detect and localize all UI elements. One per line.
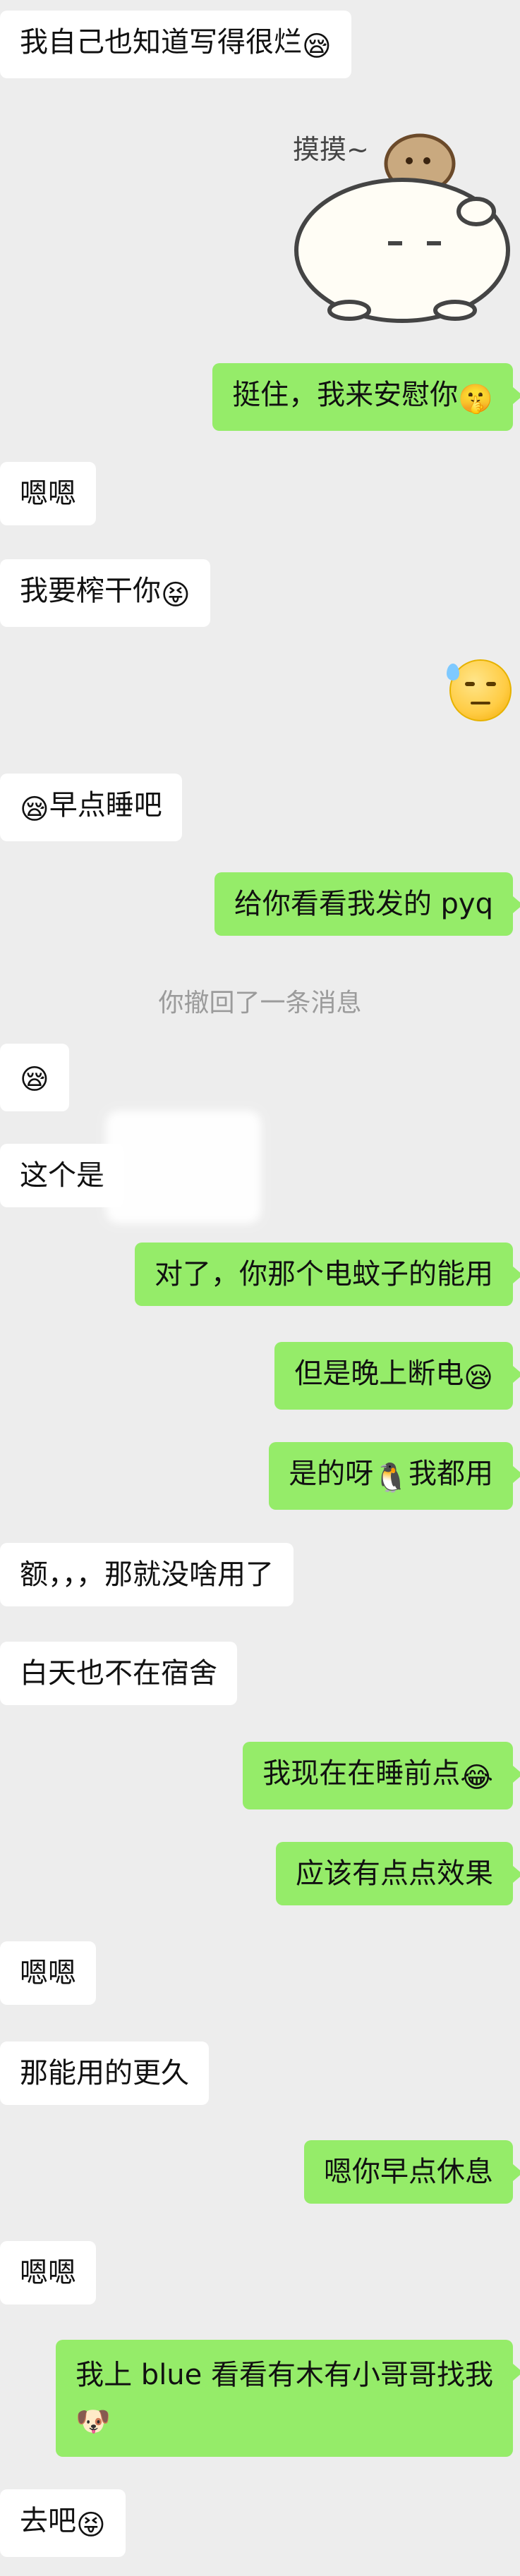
emoji-eye bbox=[486, 682, 496, 686]
emoji-eye bbox=[465, 682, 475, 686]
sweat-emoji-icon[interactable] bbox=[447, 659, 512, 721]
sleepy-emoji-icon: 😪 bbox=[20, 793, 49, 826]
message-text: 挺住，我来安慰你 bbox=[232, 379, 459, 411]
sleepy-emoji-icon: 😪 bbox=[464, 1362, 493, 1394]
message-bubble-left[interactable]: 😪 bbox=[0, 1044, 69, 1111]
message-bubble-right[interactable]: 对了，你那个电蚊子的能用 bbox=[135, 1243, 520, 1306]
message-text: 白天也不在宿舍 bbox=[20, 1657, 217, 1690]
sleepy-emoji-icon: 😪 bbox=[20, 1063, 49, 1096]
message-bubble-left[interactable]: 额，，，那就没啥用了 bbox=[0, 1543, 294, 1606]
message-text: 给你看看我发的 pyq bbox=[234, 888, 493, 920]
message-bubble-right[interactable]: 嗯你早点休息 bbox=[304, 2140, 520, 2204]
message-text: 早点睡吧 bbox=[49, 789, 162, 822]
message-text: 应该有点点效果 bbox=[296, 1857, 493, 1890]
message-text: 我自己也知道写得很烂 bbox=[20, 26, 302, 59]
message-text: 嗯嗯 bbox=[20, 2257, 76, 2289]
message-bubble-right[interactable]: 挺住，我来安慰你🤫 bbox=[212, 363, 520, 431]
message-text: 去吧 bbox=[20, 2505, 76, 2537]
message-text: 我都用 bbox=[409, 1458, 493, 1490]
message-bubble-left[interactable]: 嗯嗯 bbox=[0, 462, 96, 525]
message-text: 这个是 bbox=[20, 1159, 104, 1192]
message-bubble-left[interactable]: 我要榨干你😝 bbox=[0, 559, 210, 627]
message-text: 对了，你那个电蚊子的能用 bbox=[155, 1258, 493, 1290]
message-text: 嗯嗯 bbox=[20, 477, 76, 510]
penguin-emoji-icon: 🐧 bbox=[373, 1462, 409, 1494]
message-text: 我要榨干你 bbox=[20, 575, 161, 607]
doge-emoji-icon: 🐶 bbox=[75, 2405, 111, 2438]
message-bubble-left[interactable]: 嗯嗯 bbox=[0, 1941, 96, 2005]
shush-emoji-icon: 🤫 bbox=[458, 383, 493, 415]
sticker-caption: 摸摸~ bbox=[293, 134, 369, 165]
message-bubble-left[interactable]: 😪早点睡吧 bbox=[0, 774, 182, 841]
sleepy-emoji-icon: 😪 bbox=[302, 30, 332, 63]
message-text: 那能用的更久 bbox=[20, 2057, 189, 2089]
laughing-tears-emoji-icon: 😂 bbox=[460, 1762, 493, 1794]
message-bubble-left[interactable]: 白天也不在宿舍 bbox=[0, 1642, 237, 1705]
message-bubble-right[interactable]: 我现在在睡前点😂 bbox=[243, 1742, 520, 1809]
message-text: 我上 blue 看看有木有小哥哥找我 bbox=[75, 2359, 493, 2391]
message-bubble-right[interactable]: 但是晚上断电😪 bbox=[274, 1342, 520, 1410]
message-bubble-left[interactable]: 嗯嗯 bbox=[0, 2241, 96, 2305]
system-recall-notice: 你撤回了一条消息 bbox=[158, 989, 362, 1018]
sticker-image[interactable]: 摸摸~ bbox=[289, 120, 515, 331]
message-bubble-left[interactable]: 那能用的更久 bbox=[0, 2041, 209, 2105]
message-bubble-right[interactable]: 应该有点点效果 bbox=[276, 1842, 520, 1905]
blurred-redaction bbox=[106, 1111, 261, 1223]
message-bubble-right[interactable]: 是的呀🐧我都用 bbox=[269, 1442, 520, 1510]
tongue-emoji-icon: 😝 bbox=[76, 2509, 106, 2541]
message-text: 嗯嗯 bbox=[20, 1957, 76, 1989]
message-text: 是的呀 bbox=[289, 1458, 374, 1490]
sweat-drop-icon bbox=[447, 664, 459, 680]
message-bubble-left[interactable]: 去吧😝 bbox=[0, 2489, 126, 2557]
emoji-mouth bbox=[471, 702, 490, 704]
message-text: 嗯你早点休息 bbox=[324, 2156, 493, 2188]
message-bubble-right[interactable]: 我上 blue 看看有木有小哥哥找我 🐶 bbox=[56, 2340, 520, 2457]
message-bubble-left[interactable]: 我自己也知道写得很烂😪 bbox=[0, 11, 351, 78]
message-text: 但是晚上断电 bbox=[294, 1357, 464, 1390]
tongue-emoji-icon: 😝 bbox=[161, 579, 191, 611]
message-text: 额，，，那就没啥用了 bbox=[20, 1558, 274, 1591]
message-text: 我现在在睡前点 bbox=[262, 1757, 461, 1790]
message-bubble-right[interactable]: 给你看看我发的 pyq bbox=[214, 872, 520, 936]
